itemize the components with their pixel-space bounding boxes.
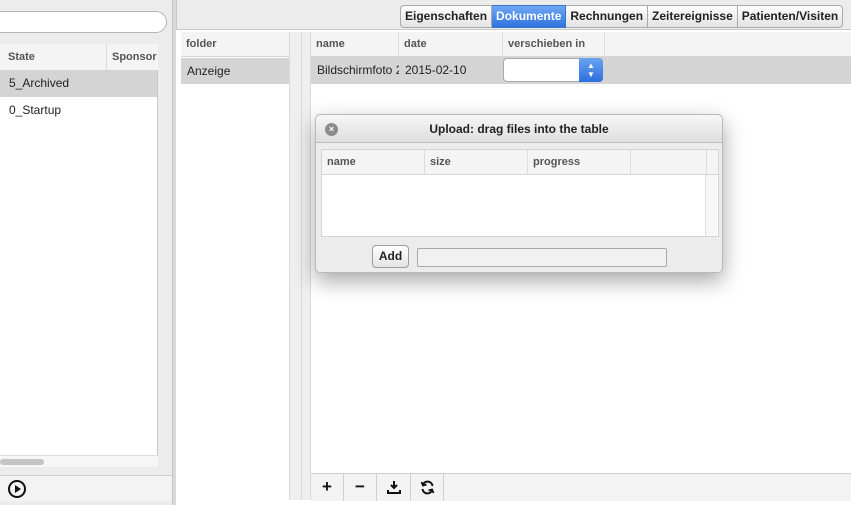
upload-file-table[interactable]: name size progress (321, 149, 719, 237)
refresh-icon-glyph (420, 480, 434, 494)
folder-list[interactable] (181, 32, 289, 500)
column-header-sponsor[interactable]: Sponsor (106, 44, 164, 70)
state-cell: 0_Startup (9, 103, 62, 117)
divider (301, 32, 302, 500)
play-circle-icon[interactable] (8, 480, 26, 498)
dialog-title: Upload: drag files into the table (429, 122, 609, 136)
column-header-empty (631, 150, 707, 174)
upload-progress-bar (417, 248, 667, 267)
table-row[interactable]: 0_Startup (0, 97, 157, 124)
column-header-name[interactable]: name (322, 150, 425, 174)
document-name-cell: Bildschirmfoto 2 (317, 63, 399, 77)
search-field[interactable] (0, 11, 167, 33)
add-button[interactable]: Add (372, 245, 409, 268)
refresh-icon[interactable] (411, 473, 444, 501)
tab-zeitereignisse[interactable]: Zeitereignisse (648, 5, 738, 28)
column-header-folder[interactable]: folder (181, 32, 289, 57)
state-table-header: State Sponsor (0, 44, 158, 71)
folder-splitter[interactable] (289, 32, 311, 500)
download-icon[interactable] (378, 473, 411, 501)
vertical-scrollbar[interactable] (705, 175, 717, 236)
folder-item[interactable]: Anzeige (181, 58, 289, 84)
state-table[interactable]: State Sponsor 5_Archived 0_Startup (0, 44, 158, 455)
state-cell: 5_Archived (9, 76, 70, 90)
column-header-move-to[interactable]: verschieben in (503, 32, 605, 57)
upload-dialog: Upload: drag files into the table × name… (315, 114, 723, 273)
tab-bar: Eigenschaften Dokumente Rechnungen Zeite… (400, 5, 844, 28)
download-icon-glyph (387, 481, 401, 494)
minus-icon[interactable]: − (344, 473, 377, 501)
tab-patienten-visiten[interactable]: Patienten/Visiten (737, 5, 844, 28)
documents-table-header: name date verschieben in (311, 32, 851, 57)
tab-rechnungen[interactable]: Rechnungen (566, 5, 649, 28)
column-header-date[interactable]: date (399, 32, 503, 57)
table-row[interactable]: 5_Archived (0, 70, 157, 97)
column-header-name[interactable]: name (311, 32, 399, 57)
upload-table-header: name size progress (322, 150, 718, 175)
select-arrows-icon[interactable]: ▲ ▼ (579, 58, 603, 82)
close-icon[interactable]: × (325, 123, 338, 136)
scrollbar-thumb[interactable] (0, 459, 44, 465)
plus-icon[interactable]: + (311, 473, 344, 501)
column-header-size[interactable]: size (425, 150, 528, 174)
column-header-state[interactable]: State (8, 44, 35, 70)
horizontal-scrollbar[interactable] (0, 455, 158, 467)
tab-eigenschaften[interactable]: Eigenschaften (400, 5, 493, 28)
column-header-progress[interactable]: progress (528, 150, 631, 174)
tab-dokumente[interactable]: Dokumente (492, 5, 567, 28)
document-date-cell: 2015-02-10 (405, 63, 467, 77)
